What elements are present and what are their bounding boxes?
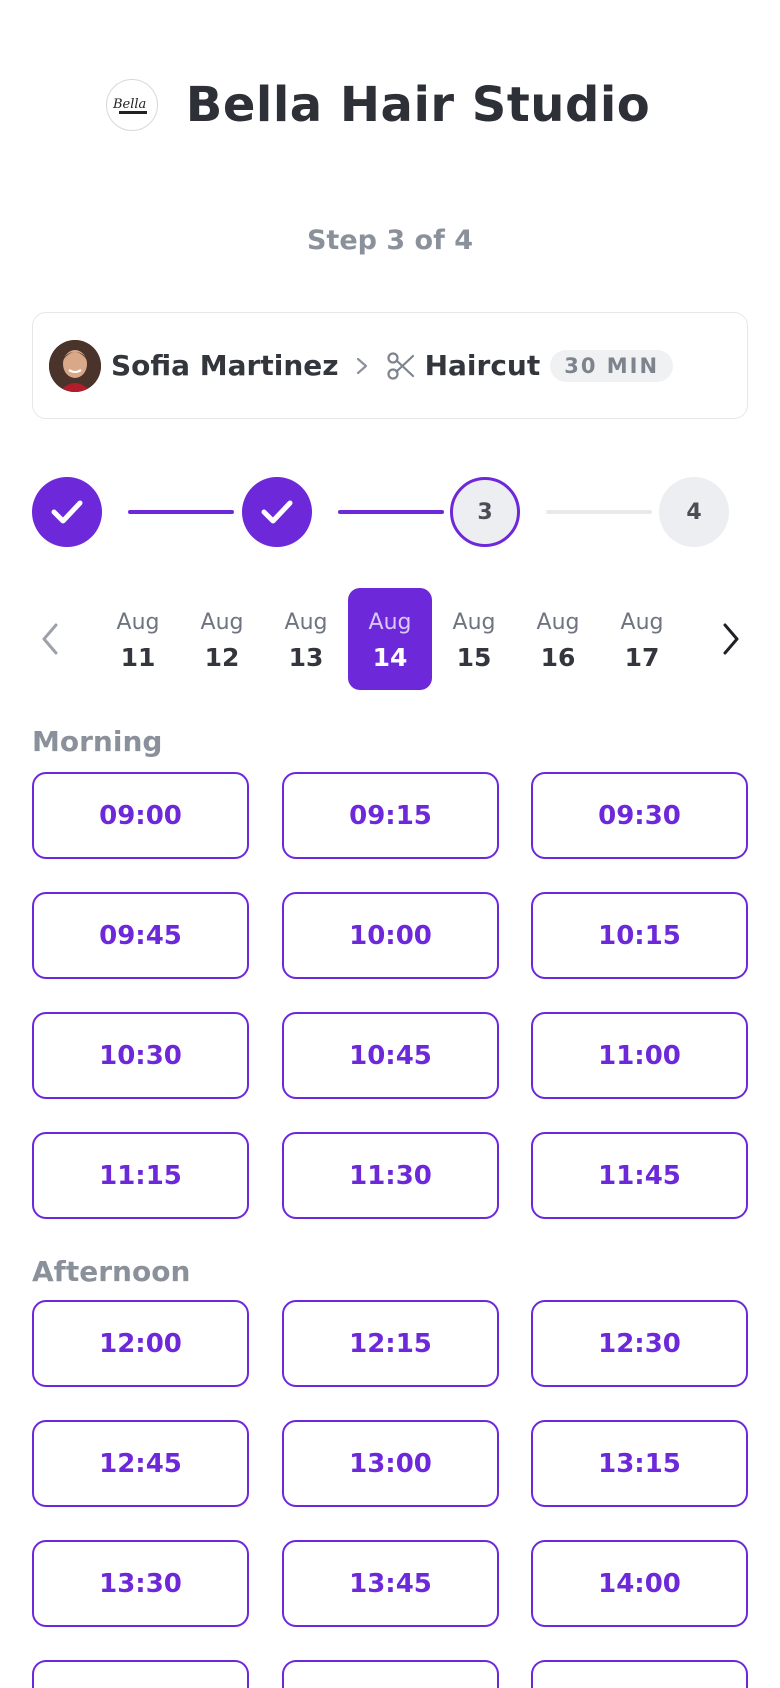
check-icon xyxy=(51,500,83,524)
time-slot-button[interactable]: 12:15 xyxy=(282,1300,499,1387)
stylist-name: Sofia Martinez xyxy=(111,349,339,382)
time-slot-button[interactable]: 12:00 xyxy=(32,1300,249,1387)
chevron-right-icon xyxy=(356,357,367,374)
chevron-left-icon xyxy=(42,623,58,655)
date-month: Aug xyxy=(284,610,328,635)
time-slot-button[interactable]: 12:30 xyxy=(531,1300,748,1387)
check-icon xyxy=(261,500,293,524)
time-slot-button[interactable]: 09:00 xyxy=(32,772,249,859)
next-dates-button[interactable] xyxy=(711,618,751,660)
time-slot-button[interactable]: 09:30 xyxy=(531,772,748,859)
step-label: Step 3 of 4 xyxy=(306,225,474,256)
date-day: 13 xyxy=(288,643,324,672)
booking-summary: Sofia Martinez Haircut 30 MIN xyxy=(32,312,748,419)
duration-badge: 30 MIN xyxy=(550,349,674,382)
time-slot-button[interactable]: 11:45 xyxy=(531,1132,748,1219)
date-day: 17 xyxy=(624,643,660,672)
step-connector xyxy=(128,510,234,514)
date-item[interactable]: Aug 12 xyxy=(180,588,264,690)
date-month: Aug xyxy=(116,610,160,635)
previous-dates-button[interactable] xyxy=(30,618,70,660)
step-1-done xyxy=(32,477,102,547)
date-item[interactable]: Aug 13 xyxy=(264,588,348,690)
date-day: 15 xyxy=(456,643,492,672)
time-slot-button[interactable]: 10:45 xyxy=(282,1012,499,1099)
time-slot-button[interactable] xyxy=(32,1660,249,1688)
time-slot-button[interactable]: 13:15 xyxy=(531,1420,748,1507)
date-day: 12 xyxy=(204,643,240,672)
step-connector xyxy=(546,510,652,514)
step-4-todo: 4 xyxy=(659,477,729,547)
step-3-current: 3 xyxy=(450,477,520,547)
date-month: Aug xyxy=(536,610,580,635)
time-slot-button[interactable]: 09:45 xyxy=(32,892,249,979)
date-day: 14 xyxy=(372,643,408,672)
time-slot-button[interactable] xyxy=(282,1660,499,1688)
header: Bella Bella Hair Studio xyxy=(0,60,780,150)
scissors-icon xyxy=(386,351,414,380)
section-title-afternoon: Afternoon xyxy=(32,1255,191,1288)
date-item[interactable]: Aug 16 xyxy=(516,588,600,690)
time-slot-button[interactable]: 11:15 xyxy=(32,1132,249,1219)
time-slot-button[interactable]: 10:00 xyxy=(282,892,499,979)
logo-text: Bella xyxy=(112,97,146,112)
date-month: Aug xyxy=(620,610,664,635)
time-slot-button[interactable]: 11:00 xyxy=(531,1012,748,1099)
service-name: Haircut xyxy=(424,349,541,382)
time-slot-button[interactable]: 14:00 xyxy=(531,1540,748,1627)
step-connector xyxy=(338,510,444,514)
time-slot-button[interactable]: 13:45 xyxy=(282,1540,499,1627)
time-slot-button[interactable]: 10:15 xyxy=(531,892,748,979)
time-slot-button[interactable]: 13:00 xyxy=(282,1420,499,1507)
studio-name: Bella Hair Studio xyxy=(185,77,651,133)
section-title-morning: Morning xyxy=(32,725,163,758)
progress-stepper: 3 4 xyxy=(32,477,729,547)
time-slot-button[interactable]: 13:30 xyxy=(32,1540,249,1627)
date-month: Aug xyxy=(368,610,412,635)
step-2-done xyxy=(242,477,312,547)
date-month: Aug xyxy=(452,610,496,635)
date-selector: Aug 11 Aug 12 Aug 13 Aug 14 Aug 15 Aug 1… xyxy=(0,588,780,690)
time-slot-button[interactable] xyxy=(531,1660,748,1688)
time-slot-button[interactable]: 09:15 xyxy=(282,772,499,859)
studio-logo: Bella xyxy=(105,79,158,131)
time-slot-button[interactable]: 12:45 xyxy=(32,1420,249,1507)
date-item-selected[interactable]: Aug 14 xyxy=(348,588,432,690)
date-item[interactable]: Aug 11 xyxy=(96,588,180,690)
date-day: 16 xyxy=(540,643,576,672)
time-slot-button[interactable]: 10:30 xyxy=(32,1012,249,1099)
date-day: 11 xyxy=(120,643,156,672)
time-slot-button[interactable]: 11:30 xyxy=(282,1132,499,1219)
date-item[interactable]: Aug 15 xyxy=(432,588,516,690)
date-month: Aug xyxy=(200,610,244,635)
date-item[interactable]: Aug 17 xyxy=(600,588,684,690)
chevron-right-icon xyxy=(723,623,739,655)
stylist-avatar xyxy=(49,339,101,392)
